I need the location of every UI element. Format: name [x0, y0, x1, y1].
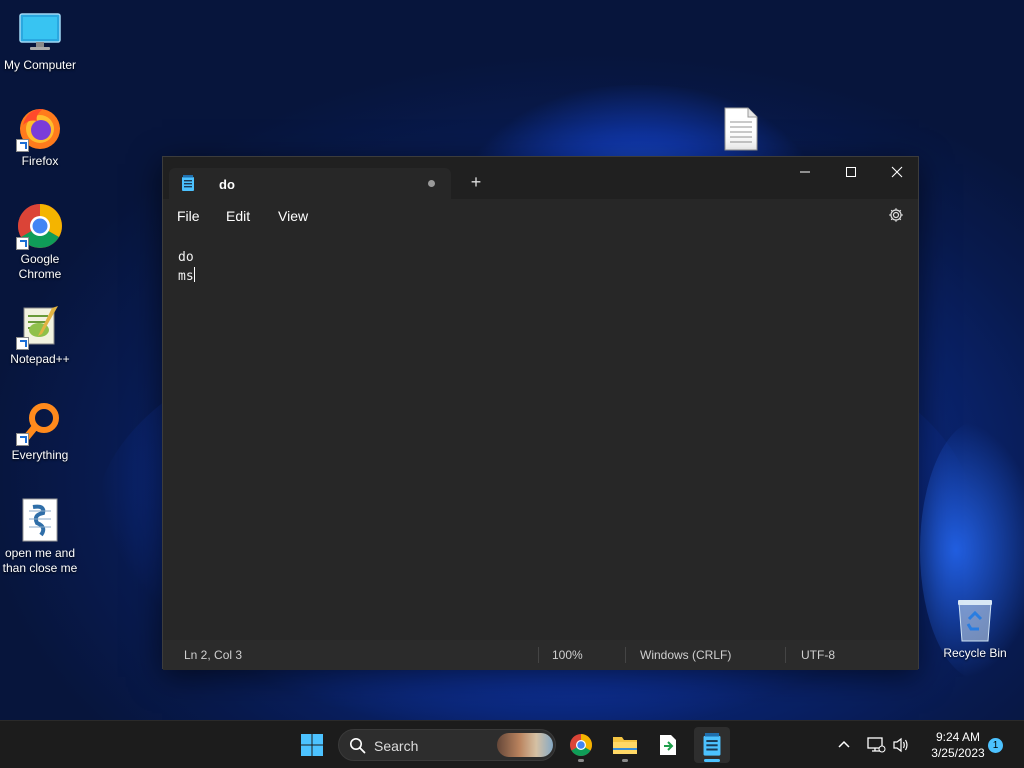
desktop-icon-my-computer[interactable]: My Computer: [0, 8, 80, 73]
desktop-icon-label: Firefox: [21, 154, 59, 168]
active-indicator: [704, 759, 720, 762]
running-indicator: [578, 759, 584, 762]
desktop-icon-recycle-bin[interactable]: Recycle Bin: [935, 596, 1015, 661]
menu-edit[interactable]: Edit: [226, 208, 250, 224]
desktop-icon-script-file[interactable]: open me and than close me: [0, 496, 80, 576]
menu-view[interactable]: View: [278, 208, 308, 224]
notepad-app-icon: [703, 733, 721, 756]
zoom-level[interactable]: 100%: [552, 648, 583, 662]
chrome-icon: [16, 202, 64, 250]
text-line-2-content: ms: [178, 269, 194, 284]
text-editor[interactable]: do ms: [163, 235, 918, 640]
network-status-button[interactable]: [866, 721, 886, 768]
maximize-button[interactable]: [828, 157, 874, 187]
desktop-icon-notepadpp[interactable]: Notepad++: [0, 302, 80, 367]
desktop-icon-label: Recycle Bin: [943, 646, 1007, 660]
firefox-icon: [16, 104, 64, 152]
search-icon: [349, 737, 366, 759]
speaker-icon: [893, 737, 908, 753]
menu-bar: File Edit View: [163, 199, 918, 235]
maximize-icon: [846, 167, 856, 177]
recycle-bin-icon: [951, 596, 999, 644]
notepad-window[interactable]: do + File Edit View do ms Ln 2, Col 3 10…: [162, 156, 919, 670]
minimize-icon: [800, 171, 810, 173]
start-button[interactable]: [294, 727, 330, 763]
status-divider: [785, 647, 786, 663]
notepad-app-icon: [181, 175, 195, 197]
everything-icon: [16, 398, 64, 446]
taskbar-search[interactable]: Search: [338, 729, 556, 761]
shortcut-arrow-icon: [16, 433, 29, 446]
settings-gear-icon[interactable]: [888, 207, 904, 228]
desktop-icon-label: Google Chrome: [18, 252, 62, 281]
taskbar-file-explorer[interactable]: [607, 727, 643, 763]
line-ending[interactable]: Windows (CRLF): [640, 648, 731, 662]
network-icon: [867, 737, 886, 753]
text-line-2: ms: [178, 267, 903, 286]
taskbar-chrome[interactable]: [563, 727, 599, 763]
menu-file[interactable]: File: [177, 208, 200, 224]
close-icon: [891, 166, 903, 178]
text-file-icon[interactable]: [722, 106, 760, 157]
taskbar: Search 9:24 AM 3/25/2023 1: [0, 720, 1024, 768]
shortcut-arrow-icon: [16, 337, 29, 350]
notification-badge[interactable]: 1: [988, 738, 1003, 753]
chevron-up-icon: [838, 740, 850, 748]
title-bar[interactable]: do +: [163, 157, 918, 199]
notepadpp-icon: [16, 302, 64, 350]
clock-time: 9:24 AM: [935, 730, 981, 744]
volume-button[interactable]: [892, 721, 910, 768]
taskbar-notepad[interactable]: [694, 727, 730, 763]
desktop-icon-everything[interactable]: Everything: [0, 398, 80, 463]
search-label: Search: [374, 738, 419, 754]
desktop-icon-google-chrome[interactable]: Google Chrome: [0, 202, 80, 282]
cursor-position: Ln 2, Col 3: [184, 648, 243, 662]
status-divider: [625, 647, 626, 663]
new-tab-button[interactable]: +: [466, 172, 486, 192]
unsaved-indicator-icon[interactable]: [428, 180, 435, 187]
close-button[interactable]: [874, 157, 920, 187]
desktop-icon-label: Everything: [11, 448, 69, 462]
status-bar: Ln 2, Col 3 100% Windows (CRLF) UTF-8: [163, 640, 918, 670]
minimize-button[interactable]: [782, 157, 828, 187]
chrome-icon: [570, 734, 592, 756]
tab-document[interactable]: do: [169, 168, 451, 199]
monitor-icon: [16, 8, 64, 56]
taskbar-app[interactable]: [650, 727, 686, 763]
shortcut-arrow-icon: [16, 237, 29, 250]
script-file-icon: [16, 496, 64, 544]
encoding[interactable]: UTF-8: [801, 648, 835, 662]
clock-date: 3/25/2023: [931, 746, 985, 760]
desktop-icon-label: Notepad++: [10, 352, 70, 366]
document-arrow-icon: [660, 735, 676, 755]
text-caret: [193, 267, 195, 282]
tab-title: do: [219, 177, 235, 192]
search-highlight-image: [497, 733, 553, 757]
system-clock[interactable]: 9:24 AM 3/25/2023: [920, 729, 996, 761]
status-divider: [538, 647, 539, 663]
desktop-icon-label: My Computer: [3, 58, 77, 72]
running-indicator: [622, 759, 628, 762]
text-line-1: do: [178, 250, 194, 265]
folder-icon: [613, 737, 637, 754]
show-hidden-icons-button[interactable]: [836, 721, 852, 768]
desktop-icon-label: open me and than close me: [2, 546, 78, 575]
desktop-icon-firefox[interactable]: Firefox: [0, 104, 80, 169]
windows-logo-icon: [301, 734, 323, 756]
shortcut-arrow-icon: [16, 139, 29, 152]
